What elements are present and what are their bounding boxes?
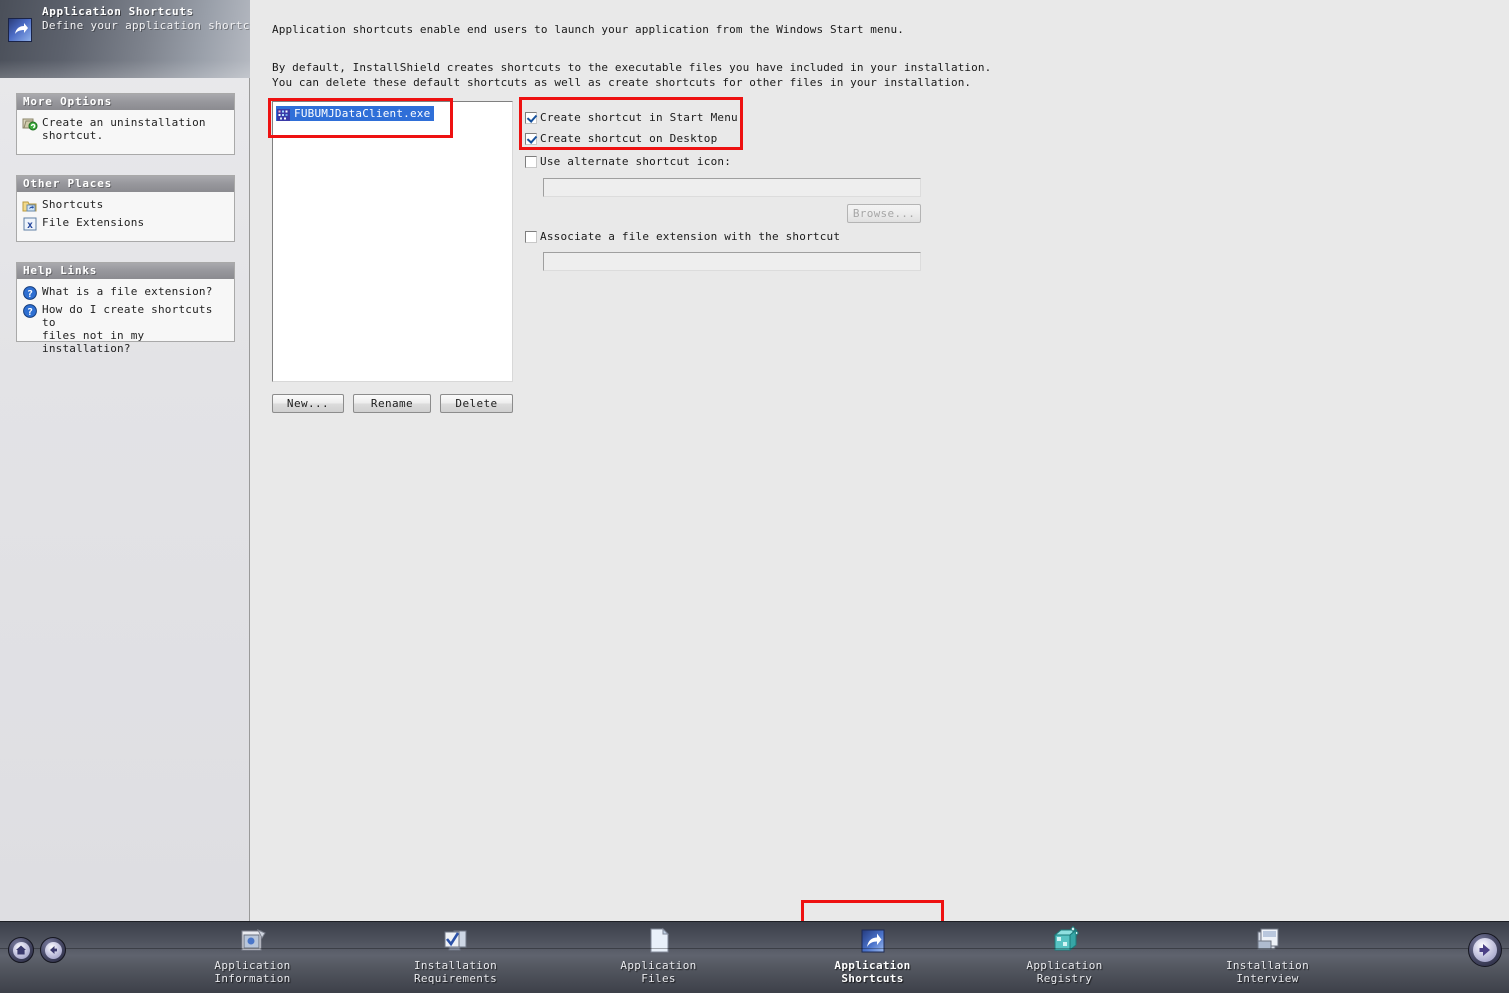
nav-tab-label: Installation Requirements: [413, 959, 498, 985]
application-registry-icon: [993, 924, 1136, 958]
installation-interview-icon: [1196, 924, 1339, 958]
page-subtitle: Define your application shortcuts.: [42, 19, 250, 32]
checkbox-checked-icon[interactable]: [525, 133, 537, 145]
application-files-icon: [587, 924, 730, 958]
page-title: Application Shortcuts: [42, 5, 194, 18]
link-file-extensions[interactable]: x File Extensions: [22, 216, 229, 232]
intro-paragraph-1: Application shortcuts enable end users t…: [272, 23, 904, 36]
panel-help-links-title: Help Links: [17, 263, 234, 279]
installshield-window: Application Shortcuts Define your applic…: [0, 0, 1509, 993]
alternate-icon-input[interactable]: [543, 178, 921, 197]
nav-tab-application-registry[interactable]: Application Registry: [993, 924, 1136, 990]
link-shortcuts[interactable]: Shortcuts: [22, 198, 229, 214]
link-label: File Extensions: [42, 216, 145, 229]
nav-tab-application-information[interactable]: Application Information: [181, 924, 324, 990]
nav-tab-label: Installation Interview: [1225, 959, 1310, 985]
nav-tab-label: Application Shortcuts: [834, 959, 911, 985]
panel-other-places: Other Places Shortcuts x File Extensions: [16, 175, 235, 242]
link-label: Shortcuts: [42, 198, 104, 211]
nav-tab-installation-requirements[interactable]: Installation Requirements: [384, 924, 527, 990]
link-how-do-i-create-shortcuts[interactable]: ? How do I create shortcuts to files not…: [22, 303, 229, 355]
panel-help-links: Help Links ? What is a file extension? ?…: [16, 262, 235, 355]
checkbox-checked-icon[interactable]: [525, 112, 537, 124]
bottom-navigation-bar: Application Information Installation Req…: [0, 921, 1509, 993]
nav-tab-installation-interview[interactable]: Installation Interview: [1196, 924, 1339, 990]
panel-more-options-title: More Options: [17, 94, 234, 110]
installation-requirements-icon: [384, 924, 527, 958]
file-extension-icon: x: [22, 216, 38, 232]
checkbox-create-shortcut-desktop[interactable]: Create shortcut on Desktop: [525, 132, 717, 146]
main-content: Application shortcuts enable end users t…: [250, 0, 1509, 921]
next-arrow-icon: [1473, 938, 1497, 962]
back-button[interactable]: [40, 937, 66, 963]
list-item-label: FUBUMJDataClient.exe: [294, 107, 431, 120]
help-question-icon: ?: [22, 285, 38, 301]
panel-more-options: More Options Create an uninstallation sh…: [16, 93, 235, 155]
shortcut-arrow-icon: [8, 18, 32, 42]
application-information-icon: [181, 924, 324, 958]
nav-tab-application-shortcuts[interactable]: Application Shortcuts: [801, 924, 944, 990]
page-header: Application Shortcuts Define your applic…: [0, 0, 250, 78]
home-icon: [12, 941, 30, 959]
checkbox-associate-file-extension[interactable]: Associate a file extension with the shor…: [525, 230, 840, 244]
svg-text:?: ?: [27, 307, 33, 318]
link-create-uninstallation-shortcut[interactable]: Create an uninstallation shortcut.: [22, 116, 229, 142]
associate-extension-input[interactable]: [543, 252, 921, 271]
checkbox-unchecked-icon[interactable]: [525, 156, 537, 168]
rename-button[interactable]: Rename: [353, 394, 431, 413]
nav-tab-label: Application Registry: [1026, 959, 1103, 985]
nav-tab-label: Application Information: [214, 959, 291, 985]
checkbox-label: Associate a file extension with the shor…: [540, 230, 841, 243]
panel-other-places-title: Other Places: [17, 176, 234, 192]
link-label: What is a file extension?: [42, 285, 213, 298]
intro-paragraph-2: By default, InstallShield creates shortc…: [272, 61, 992, 89]
shortcut-list[interactable]: FUBUMJDataClient.exe: [272, 101, 513, 382]
application-shortcuts-icon: [801, 924, 944, 958]
next-button[interactable]: [1468, 933, 1502, 967]
browse-button[interactable]: Browse...: [847, 204, 921, 223]
nav-tab-application-files[interactable]: Application Files: [587, 924, 730, 990]
list-item[interactable]: FUBUMJDataClient.exe: [276, 106, 435, 121]
new-button[interactable]: New...: [272, 394, 344, 413]
nav-tab-label: Application Files: [620, 959, 697, 985]
folder-shortcut-icon: [22, 198, 38, 214]
checkbox-label: Create shortcut on Desktop: [540, 132, 718, 145]
checkbox-label: Use alternate shortcut icon:: [540, 155, 732, 168]
checkbox-use-alternate-shortcut-icon[interactable]: Use alternate shortcut icon:: [525, 155, 731, 169]
back-arrow-icon: [44, 941, 62, 959]
help-question-icon: ?: [22, 303, 38, 319]
checkbox-label: Create shortcut in Start Menu: [540, 111, 738, 124]
delete-button[interactable]: Delete: [440, 394, 513, 413]
link-what-is-a-file-extension[interactable]: ? What is a file extension?: [22, 285, 229, 301]
link-label: How do I create shortcuts to files not i…: [42, 303, 213, 355]
link-label: Create an uninstallation shortcut.: [42, 116, 206, 142]
svg-text:x: x: [27, 220, 33, 231]
svg-text:?: ?: [27, 289, 33, 300]
checkbox-unchecked-icon[interactable]: [525, 231, 537, 243]
checkbox-create-shortcut-start-menu[interactable]: Create shortcut in Start Menu: [525, 111, 738, 125]
uninstall-shortcut-icon: [22, 116, 38, 132]
left-sidebar: Application Shortcuts Define your applic…: [0, 0, 250, 921]
executable-file-icon: [276, 107, 291, 121]
home-button[interactable]: [8, 937, 34, 963]
